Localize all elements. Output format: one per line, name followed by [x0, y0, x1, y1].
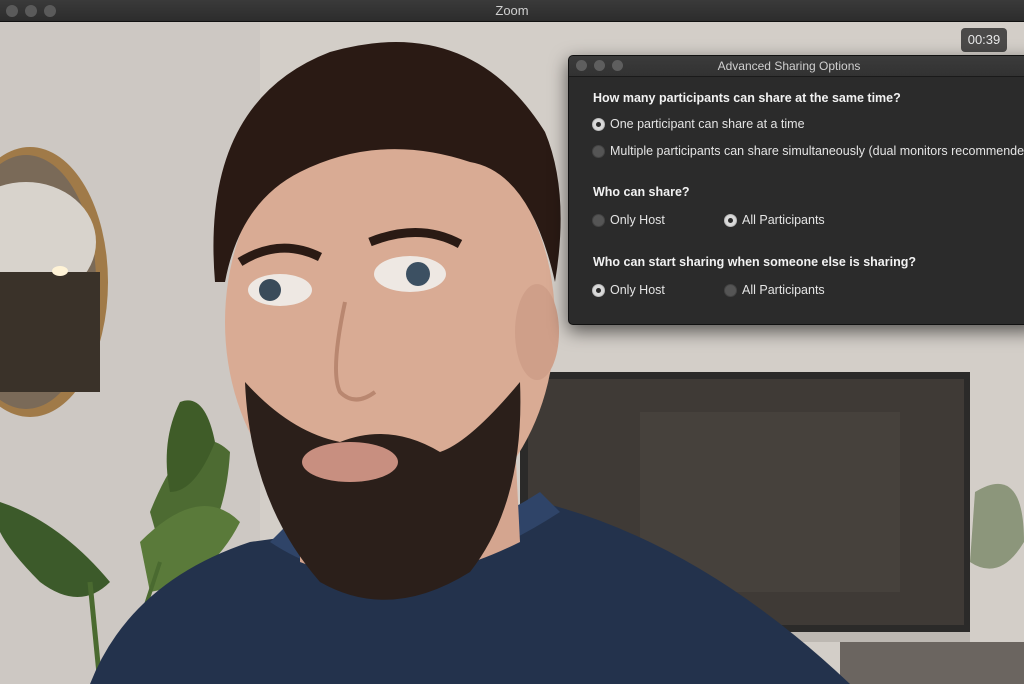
question-start-sharing: Who can start sharing when someone else …	[593, 255, 916, 269]
radio-selected-icon	[592, 117, 605, 131]
dialog-title: Advanced Sharing Options	[717, 59, 861, 73]
radio-multiple-participants[interactable]: Multiple participants can share simultan…	[592, 144, 1024, 158]
radio-one-participant[interactable]: One participant can share at a time	[592, 117, 805, 131]
dialog-titlebar: Advanced Sharing Options	[569, 56, 1024, 77]
question-who-can-share: Who can share?	[593, 185, 690, 199]
radio-selected-icon	[592, 283, 605, 297]
window-title: Zoom	[495, 3, 529, 18]
question-share-count: How many participants can share at the s…	[593, 91, 901, 105]
radio-unselected-icon	[592, 213, 605, 227]
radio-selected-icon	[724, 213, 737, 227]
radio-unselected-icon	[724, 283, 737, 297]
radio-start-all-participants[interactable]: All Participants	[724, 283, 825, 297]
main-window-titlebar: Zoom	[0, 0, 1024, 22]
radio-label: All Participants	[742, 283, 825, 297]
radio-label: Multiple participants can share simultan…	[610, 144, 1024, 158]
radio-start-only-host[interactable]: Only Host	[592, 283, 665, 297]
radio-label: One participant can share at a time	[610, 117, 805, 131]
radio-label: Only Host	[610, 283, 665, 297]
advanced-sharing-options-dialog: Advanced Sharing Options How many partic…	[568, 55, 1024, 325]
meeting-timer: 00:39	[961, 28, 1007, 52]
radio-share-all-participants[interactable]: All Participants	[724, 213, 825, 227]
radio-unselected-icon	[592, 144, 605, 158]
radio-label: Only Host	[610, 213, 665, 227]
radio-label: All Participants	[742, 213, 825, 227]
radio-share-only-host[interactable]: Only Host	[592, 213, 665, 227]
